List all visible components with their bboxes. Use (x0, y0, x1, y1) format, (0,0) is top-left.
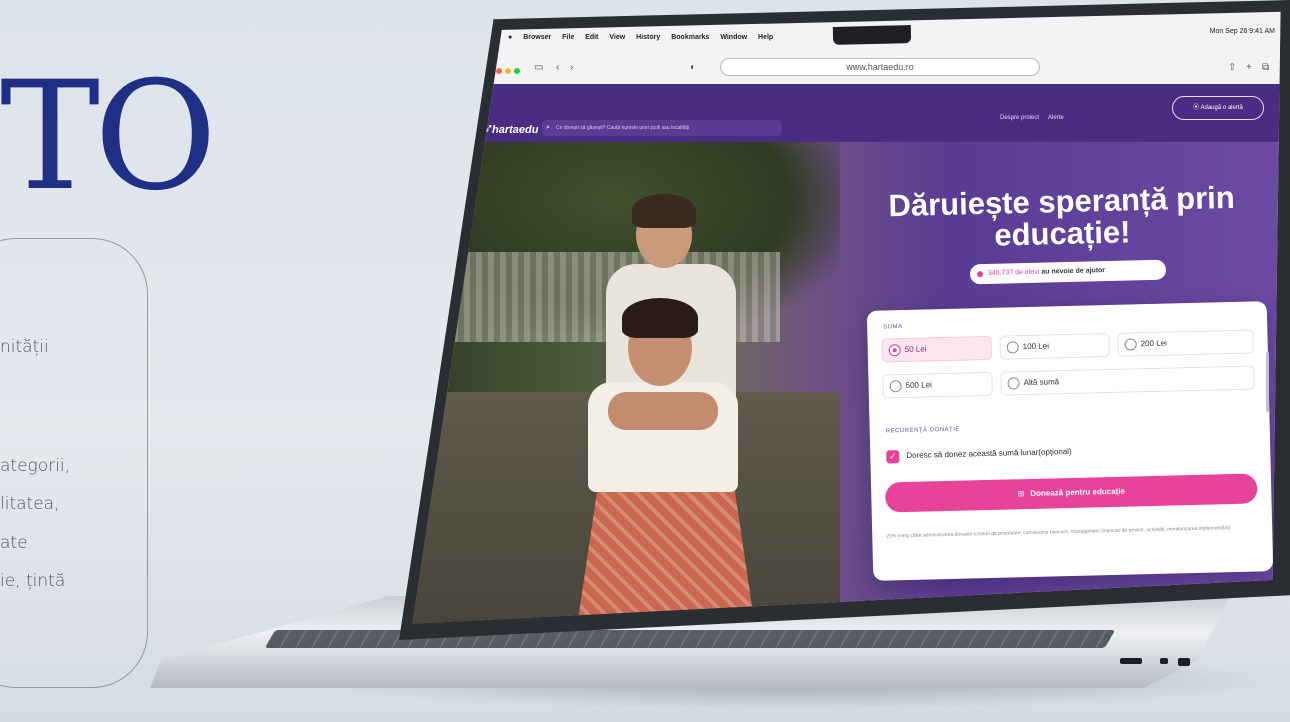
address-bar[interactable]: www.hartaedu.ro (720, 58, 1040, 76)
slide-text-line: ate (0, 533, 28, 553)
amount-option-label: 50 Lei (904, 344, 927, 355)
port-icon (1160, 658, 1168, 664)
add-alert-button[interactable]: ⦿ Adaugă o alertă (1172, 96, 1264, 120)
recurrence-checkbox-label[interactable]: Doresc să donez această sumă lunar(opțio… (906, 447, 1072, 460)
hero-photo-child (622, 298, 698, 338)
donation-form: SUMA 50 Lei 100 Lei 200 Lei 500 Lei Altă… (866, 301, 1274, 581)
shield-icon[interactable]: ◐ (690, 62, 696, 73)
apple-icon[interactable]: ● (508, 34, 512, 41)
site-search-input[interactable]: ⌕ Ce dorești să găsești? Caută numele un… (542, 120, 782, 136)
close-window-button[interactable] (496, 68, 502, 74)
site-header: ➶ hartaedu ⌕ Ce dorești să găsești? Caut… (412, 84, 1281, 142)
slide-text-line: litatea, (0, 494, 60, 514)
amount-option-label: Altă sumă (1023, 377, 1060, 388)
add-alert-label: Adaugă o alertă (1200, 105, 1243, 111)
slide-text-line: ategorii, (0, 456, 70, 476)
url-text: www.hartaedu.ro (846, 62, 914, 72)
students-stat-badge: 348.737 de elevi au nevoie de ajutor (969, 259, 1167, 285)
students-caption: au nevoie de ajutor (1041, 267, 1106, 276)
amount-option-500[interactable]: 500 Lei (882, 371, 993, 399)
amount-option-other[interactable]: Altă sumă (1000, 365, 1255, 396)
slide-text-line: ie, țintă (0, 571, 66, 591)
search-placeholder: Ce dorești să găsești? Caută numele unei… (556, 125, 690, 131)
search-icon: ⌕ (546, 124, 550, 131)
donation-footnote: 20% merg către administrarea donației (c… (886, 525, 1231, 540)
hero-title: Dăruiește speranță prin educație! (888, 179, 1236, 253)
hero-photo-child (608, 392, 718, 430)
menu-item[interactable]: Help (758, 34, 773, 41)
gift-icon: ⊞ (1017, 489, 1025, 499)
keyboard-edge (264, 630, 1116, 648)
amount-option-label: 100 Lei (1022, 341, 1050, 352)
menu-item[interactable]: Window (720, 34, 747, 41)
nav-link-about[interactable]: Despre proiect (1000, 115, 1039, 121)
menu-item[interactable]: History (636, 34, 660, 41)
new-tab-icon[interactable]: + (1246, 62, 1252, 73)
amount-label: SUMA (883, 324, 903, 331)
minimize-window-button[interactable] (505, 68, 511, 74)
radio-selected-icon (888, 344, 901, 357)
laptop-screen: ● Browser File Edit View History Bookmar… (412, 11, 1281, 624)
port-icon (1120, 658, 1142, 664)
radio-icon (1007, 377, 1020, 390)
amount-option-50[interactable]: 50 Lei (881, 335, 992, 363)
amount-option-100[interactable]: 100 Lei (999, 333, 1110, 360)
menu-item[interactable]: Browser (523, 34, 551, 41)
hero-section: Dăruiește speranță prin educație! 348.73… (412, 142, 1281, 624)
students-count: 348.737 de elevi (987, 268, 1040, 277)
slide-text-line: nității (0, 337, 49, 357)
page-scrollbar[interactable] (1266, 352, 1269, 412)
recurrence-label: RECURENȚĂ DONAȚIE (885, 426, 960, 435)
forward-icon[interactable]: › (570, 62, 573, 73)
menu-item[interactable]: Edit (585, 34, 598, 41)
amount-option-200[interactable]: 200 Lei (1117, 329, 1254, 357)
recurrence-checkbox[interactable]: ✓ (886, 450, 900, 464)
hero-photo-child (632, 194, 696, 228)
menu-item[interactable]: File (562, 34, 574, 41)
radio-icon (1124, 338, 1137, 351)
site-logo[interactable]: hartaedu (492, 124, 538, 136)
amount-option-label: 200 Lei (1140, 338, 1167, 349)
browser-toolbar: ▭ ‹ › ◐ www.hartaedu.ro ⇧ + ⧉ (490, 52, 1280, 80)
menubar-clock: Mon Sep 26 9:41 AM (1209, 28, 1275, 35)
amount-option-label: 500 Lei (905, 380, 932, 390)
zoom-window-button[interactable] (514, 68, 520, 74)
donate-button-label: Donează pentru educație (1030, 486, 1126, 498)
menu-item[interactable]: View (609, 34, 625, 41)
nav-link-alerts[interactable]: Alerte (1048, 115, 1064, 121)
tabs-overview-icon[interactable]: ⧉ (1262, 62, 1269, 73)
slide-heading-fragment: TO (0, 50, 217, 224)
share-icon[interactable]: ⇧ (1228, 62, 1236, 73)
menu-item[interactable]: Bookmarks (671, 34, 709, 41)
sidebar-icon[interactable]: ▭ (534, 62, 543, 73)
camera-notch (832, 25, 912, 45)
port-icon (1178, 658, 1190, 666)
radio-icon (889, 380, 902, 393)
donate-button[interactable]: ⊞ Donează pentru educație (884, 473, 1258, 513)
dot-icon (976, 271, 984, 278)
radio-icon (1006, 341, 1019, 354)
back-icon[interactable]: ‹ (556, 62, 559, 73)
